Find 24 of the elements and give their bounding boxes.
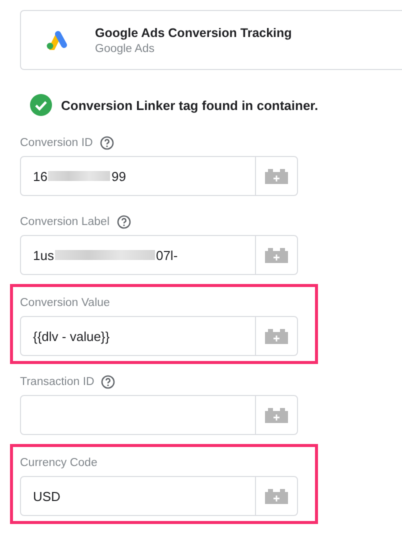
variable-icon xyxy=(265,488,288,504)
input-field[interactable]: 1us 07l- xyxy=(20,235,298,275)
logo-icon xyxy=(45,30,69,50)
input-field[interactable]: USD xyxy=(20,476,298,516)
tag-subtitle: Google Ads xyxy=(95,42,156,54)
notice-text: Conversion Linker tag found in container. xyxy=(61,98,318,112)
tag-title: Google Ads Conversion Tracking xyxy=(95,26,292,40)
variable-icon xyxy=(265,328,288,344)
field-label: Conversion Label xyxy=(20,216,110,228)
input-field[interactable]: {{dlv - value}} xyxy=(20,316,298,356)
help-icon[interactable] xyxy=(100,136,114,150)
variable-icon xyxy=(265,168,288,184)
check-icon xyxy=(30,94,52,116)
tag-type-card[interactable]: Google Ads Conversion Tracking Google Ads xyxy=(20,10,402,70)
help-icon[interactable] xyxy=(101,375,116,389)
variable-icon xyxy=(265,408,288,422)
input-field[interactable] xyxy=(20,395,298,435)
field-label: Transaction ID xyxy=(20,376,94,388)
help-icon[interactable] xyxy=(116,215,131,229)
field-label: Currency Code xyxy=(20,457,98,469)
input-field[interactable]: 16 99 xyxy=(20,156,298,196)
field-label: Conversion ID xyxy=(20,137,93,149)
variable-icon xyxy=(265,248,288,262)
field-label: Conversion Value xyxy=(20,297,110,309)
